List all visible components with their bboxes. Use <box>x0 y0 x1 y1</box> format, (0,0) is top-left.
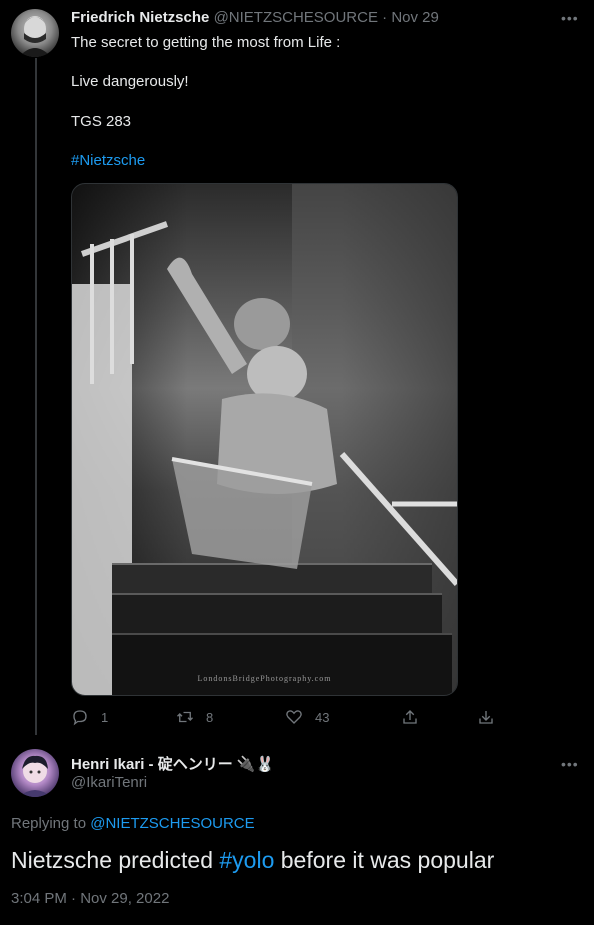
retweet-icon <box>177 711 193 723</box>
tweet1-text-line-1: The secret to getting the most from Life… <box>71 34 341 51</box>
tweet2-author-name[interactable]: Henri Ikari - 碇ヘンリー 🔌🐰 <box>71 756 274 773</box>
share-button[interactable] <box>401 708 431 726</box>
replying-to-line: Replying to @NIETZSCHESOURCE <box>11 815 255 832</box>
reply-icon <box>73 710 87 726</box>
tweet2-header: Henri Ikari - 碇ヘンリー 🔌🐰 <box>71 753 274 774</box>
tweet1-hashtag[interactable]: #Nietzsche <box>71 152 145 169</box>
reply-count: 1 <box>101 709 109 725</box>
tweet1-header: Friedrich Nietzsche @NIETZSCHESOURCE · N… <box>71 9 439 26</box>
tweet1-text-line-3: TGS 283 <box>71 113 132 130</box>
thread-connector-line <box>35 58 37 735</box>
tweet2-hashtag[interactable]: #yolo <box>219 847 274 873</box>
tweet1-photo[interactable]: LondonsBridgePhotography.com <box>71 183 458 696</box>
download-button[interactable] <box>477 708 507 726</box>
tweet2-timestamp[interactable]: 3:04 PM · Nov 29, 2022 <box>11 890 169 907</box>
reply-button[interactable]: 1 <box>71 708 108 726</box>
retweet-count: 8 <box>206 709 214 725</box>
download-icon <box>479 711 493 724</box>
tweet-thread: Friedrich Nietzsche @NIETZSCHESOURCE · N… <box>0 0 594 925</box>
tweet1-author-name[interactable]: Friedrich Nietzsche <box>71 9 209 26</box>
more-dots-icon[interactable]: ••• <box>561 10 579 26</box>
tweet1-date[interactable]: Nov 29 <box>391 9 439 26</box>
replying-prefix: Replying to <box>11 815 87 832</box>
tweet1-text-line-2: Live dangerously! <box>71 73 189 90</box>
heart-icon <box>286 710 302 724</box>
more-dots-icon[interactable]: ••• <box>561 756 579 772</box>
retweet-button[interactable]: 8 <box>176 708 213 726</box>
photo-watermark: LondonsBridgePhotography.com <box>197 674 332 683</box>
tweet2-text-before: Nietzsche predicted <box>11 847 213 873</box>
nietzsche-avatar[interactable] <box>11 9 59 57</box>
like-button[interactable]: 43 <box>285 708 329 726</box>
tweet2-handle[interactable]: @IkariTenri <box>71 774 147 791</box>
replying-to-handle[interactable]: @NIETZSCHESOURCE <box>90 815 254 832</box>
tweet1-handle[interactable]: @NIETZSCHESOURCE <box>214 9 378 26</box>
tweet2-text: Nietzsche predicted #yolo before it was … <box>11 847 494 874</box>
tweet1-action-bar: 1 8 43 <box>71 708 501 728</box>
like-count: 43 <box>315 709 330 725</box>
tweet2-text-after: before it was popular <box>280 847 495 873</box>
tweet1-separator: · <box>382 9 388 26</box>
henri-avatar[interactable] <box>11 749 59 797</box>
share-icon <box>403 710 417 724</box>
